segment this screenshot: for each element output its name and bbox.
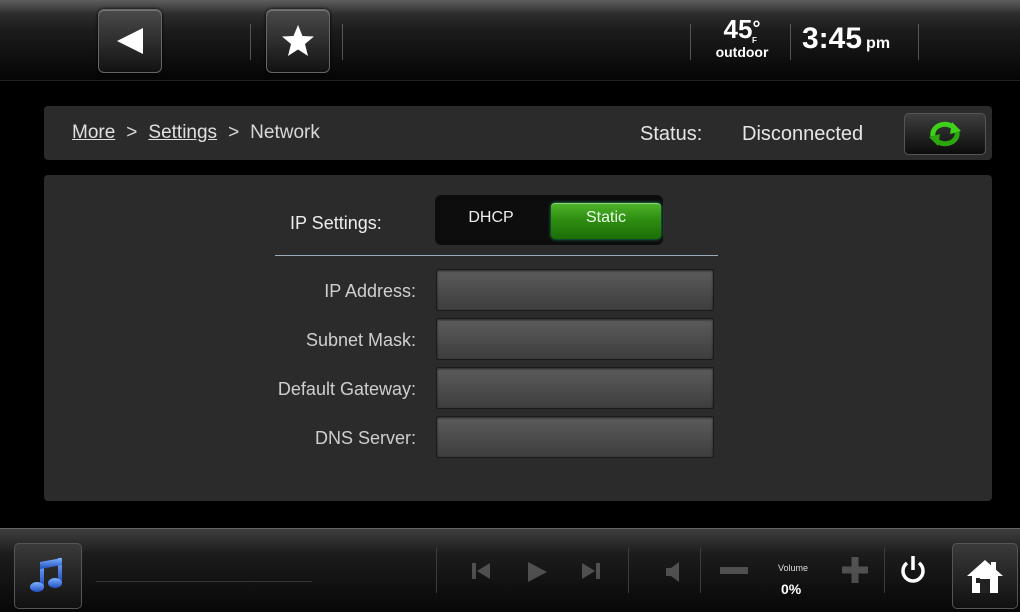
skip-next-icon[interactable]	[580, 561, 602, 581]
star-icon	[282, 25, 314, 56]
media-bar: Volume 0%	[0, 528, 1020, 612]
clock: 3:45 pm	[802, 22, 890, 56]
media-separator	[700, 547, 701, 593]
plus-icon[interactable]	[842, 557, 868, 583]
temperature-unit: F	[752, 36, 757, 45]
track-progress	[96, 581, 312, 582]
media-separator	[436, 547, 437, 593]
refresh-button[interactable]	[904, 113, 986, 155]
music-note-icon	[30, 558, 62, 592]
top-separator	[790, 24, 791, 60]
network-settings-panel: IP Settings: DHCP Static IP Address: Sub…	[44, 175, 992, 501]
ip-mode-toggle: DHCP Static	[435, 195, 663, 245]
dns-server-label: DNS Server:	[314, 428, 416, 448]
media-separator	[628, 547, 629, 593]
speaker-icon[interactable]	[664, 561, 684, 583]
default-gateway-label: Default Gateway:	[277, 379, 416, 399]
ip-address-label: IP Address:	[324, 281, 416, 301]
dns-server-field[interactable]	[436, 416, 714, 458]
power-icon[interactable]	[900, 555, 926, 585]
top-bar: 45° F outdoor 3:45 pm	[0, 0, 1020, 81]
temperature-value: 45	[723, 14, 753, 44]
clock-time: 3:45	[802, 22, 863, 55]
back-arrow-icon	[117, 28, 143, 54]
top-separator	[918, 24, 919, 60]
music-button[interactable]	[14, 543, 82, 609]
top-separator	[690, 24, 691, 60]
ip-settings-label: IP Settings:	[290, 213, 382, 233]
top-separator	[250, 24, 251, 60]
default-gateway-field[interactable]	[436, 367, 714, 409]
home-icon	[967, 560, 1003, 593]
back-button[interactable]	[98, 9, 162, 73]
top-separator	[342, 24, 343, 60]
volume-label: Volume	[778, 563, 809, 573]
static-option[interactable]: Static	[551, 203, 661, 239]
clock-ampm: pm	[866, 35, 891, 52]
subnet-mask-label: Subnet Mask:	[305, 330, 416, 350]
temperature: 45°	[704, 16, 780, 42]
favorites-button[interactable]	[266, 9, 330, 73]
refresh-icon	[929, 121, 961, 147]
home-button[interactable]	[952, 543, 1018, 609]
breadcrumb: More > Settings > Network	[72, 122, 320, 144]
breadcrumb-settings[interactable]: Settings	[148, 122, 217, 143]
ip-address-field[interactable]	[436, 269, 714, 311]
skip-previous-icon[interactable]	[470, 561, 492, 581]
breadcrumb-more[interactable]: More	[72, 122, 115, 143]
divider	[275, 255, 718, 256]
breadcrumb-bar: More > Settings > Network Status: Disconnect…	[44, 106, 992, 160]
media-separator	[884, 547, 885, 593]
status-label: Status:	[640, 123, 703, 145]
breadcrumb-separator: >	[228, 122, 240, 143]
dhcp-option[interactable]: DHCP	[445, 203, 537, 239]
breadcrumb-separator: >	[126, 122, 138, 143]
subnet-mask-field[interactable]	[436, 318, 714, 360]
weather-widget: 45° F outdoor	[704, 16, 780, 60]
temperature-location: outdoor	[715, 44, 769, 60]
volume-value: 0%	[781, 581, 802, 597]
breadcrumb-network: Network	[250, 122, 320, 143]
minus-icon[interactable]	[720, 567, 748, 575]
status-value: Disconnected	[742, 123, 864, 145]
play-icon[interactable]	[525, 561, 549, 583]
